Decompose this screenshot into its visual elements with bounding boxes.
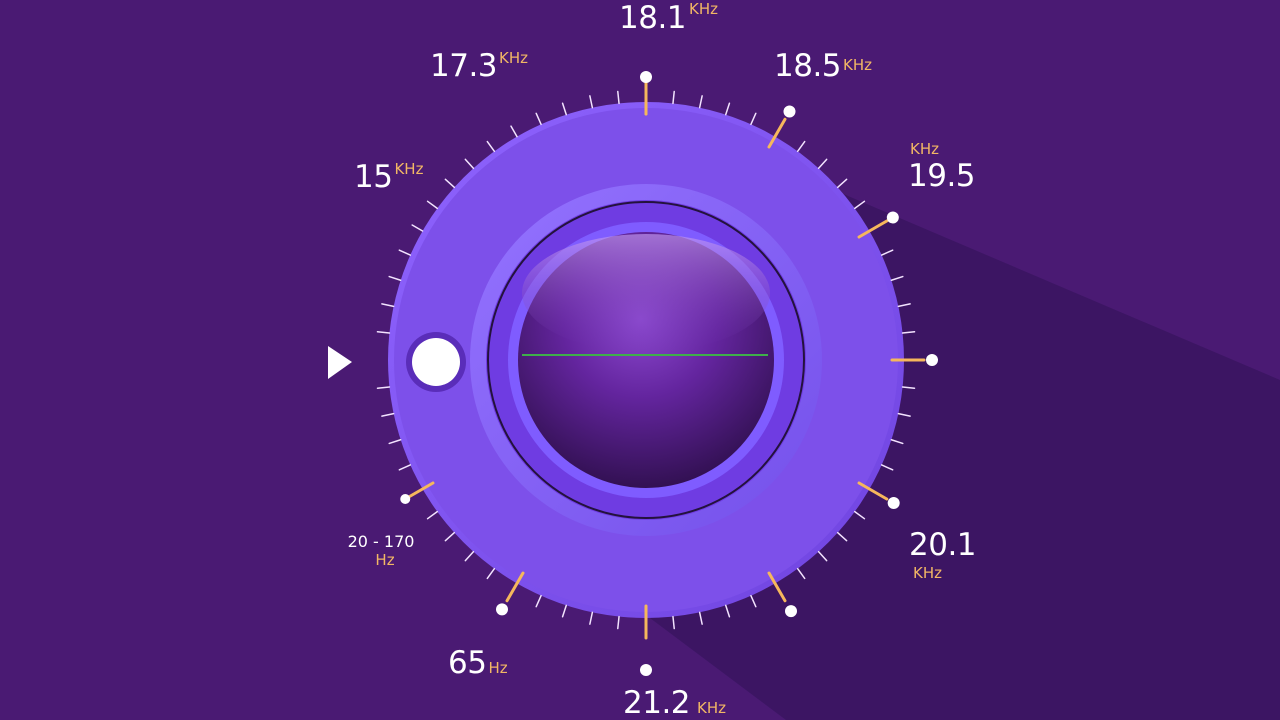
minor-tick	[510, 125, 518, 138]
label-18-5: 18.5 KHz	[774, 51, 872, 82]
minor-tick	[750, 112, 757, 126]
knob-sphere-shine	[522, 234, 770, 352]
minor-tick	[388, 275, 402, 282]
label-19-5-unit: KHz	[910, 140, 939, 158]
minor-tick	[724, 102, 731, 116]
label-20-1: 20.1 KHz	[909, 530, 979, 581]
label-17-3-unit: KHz	[499, 49, 529, 67]
minor-tick	[617, 615, 620, 630]
scale-dot	[640, 71, 652, 83]
minor-tick	[464, 550, 475, 562]
label-15: 15 KHz	[354, 162, 423, 193]
label-19-5-value: 19.5	[908, 158, 976, 194]
minor-tick	[464, 158, 475, 170]
minor-tick	[486, 140, 496, 153]
minor-tick	[561, 604, 568, 618]
minor-tick	[698, 95, 703, 109]
minor-tick	[535, 112, 542, 126]
label-65-value: 65	[448, 645, 487, 681]
minor-tick	[672, 90, 675, 105]
minor-tick	[836, 178, 848, 189]
label-18-1-unit: KHz	[689, 0, 719, 18]
minor-tick	[617, 90, 620, 105]
minor-tick	[817, 158, 828, 170]
scale-dot	[785, 605, 797, 618]
scale-dot	[886, 211, 899, 224]
scale-dot	[496, 603, 508, 616]
label-20-170-unit: Hz	[375, 551, 395, 569]
minor-tick	[535, 594, 542, 608]
minor-tick	[398, 249, 412, 256]
minor-tick	[486, 567, 496, 580]
scale-dot	[783, 105, 796, 118]
scale-dot	[400, 494, 411, 504]
label-17-3-value: 17.3	[430, 48, 498, 84]
triangle-right-icon	[328, 346, 352, 379]
minor-tick	[376, 386, 391, 389]
minor-tick	[796, 140, 806, 153]
label-21-2-unit: KHz	[697, 699, 727, 717]
handle-face[interactable]	[412, 338, 460, 386]
minor-tick	[589, 611, 594, 625]
label-18-5-unit: KHz	[843, 56, 873, 74]
minor-tick	[589, 95, 594, 109]
minor-tick	[444, 178, 456, 189]
label-19-5: KHz 19.5	[908, 142, 978, 192]
label-20-1-value: 20.1	[909, 527, 977, 563]
scale-dot	[887, 497, 900, 509]
label-21-2-value: 21.2	[623, 685, 691, 720]
minor-tick	[398, 464, 412, 471]
label-18-5-value: 18.5	[774, 48, 842, 84]
label-17-3: 17.3 KHz	[430, 51, 528, 82]
minor-tick	[426, 200, 439, 210]
label-20-170-value: 20 - 170	[347, 532, 415, 551]
scale-dot	[926, 354, 938, 366]
label-65-unit: Hz	[488, 659, 508, 677]
minor-tick	[376, 331, 391, 334]
minor-tick	[426, 510, 439, 520]
minor-tick	[381, 412, 395, 417]
frequency-dial[interactable]	[0, 0, 1280, 720]
label-15-unit: KHz	[394, 160, 424, 178]
minor-tick	[388, 438, 402, 445]
minor-tick	[444, 531, 456, 542]
scale-dot	[640, 664, 652, 676]
label-21-2: 21.2 KHz	[623, 688, 726, 719]
label-18-1: 18.1 KHz	[619, 0, 719, 36]
label-18-1-value: 18.1	[619, 0, 687, 36]
minor-tick	[561, 102, 568, 116]
minor-tick	[411, 224, 424, 232]
label-20-170: 20 - 170 Hz	[336, 534, 426, 568]
minor-tick	[381, 303, 395, 308]
frequency-dial-screen: 18.1 KHz 17.3 KHz 18.5 KHz 15 KHz KHz 19.5 2…	[0, 0, 1280, 720]
label-15-value: 15	[354, 159, 393, 195]
label-20-1-unit: KHz	[913, 564, 942, 582]
label-65: 65 Hz	[448, 648, 508, 679]
